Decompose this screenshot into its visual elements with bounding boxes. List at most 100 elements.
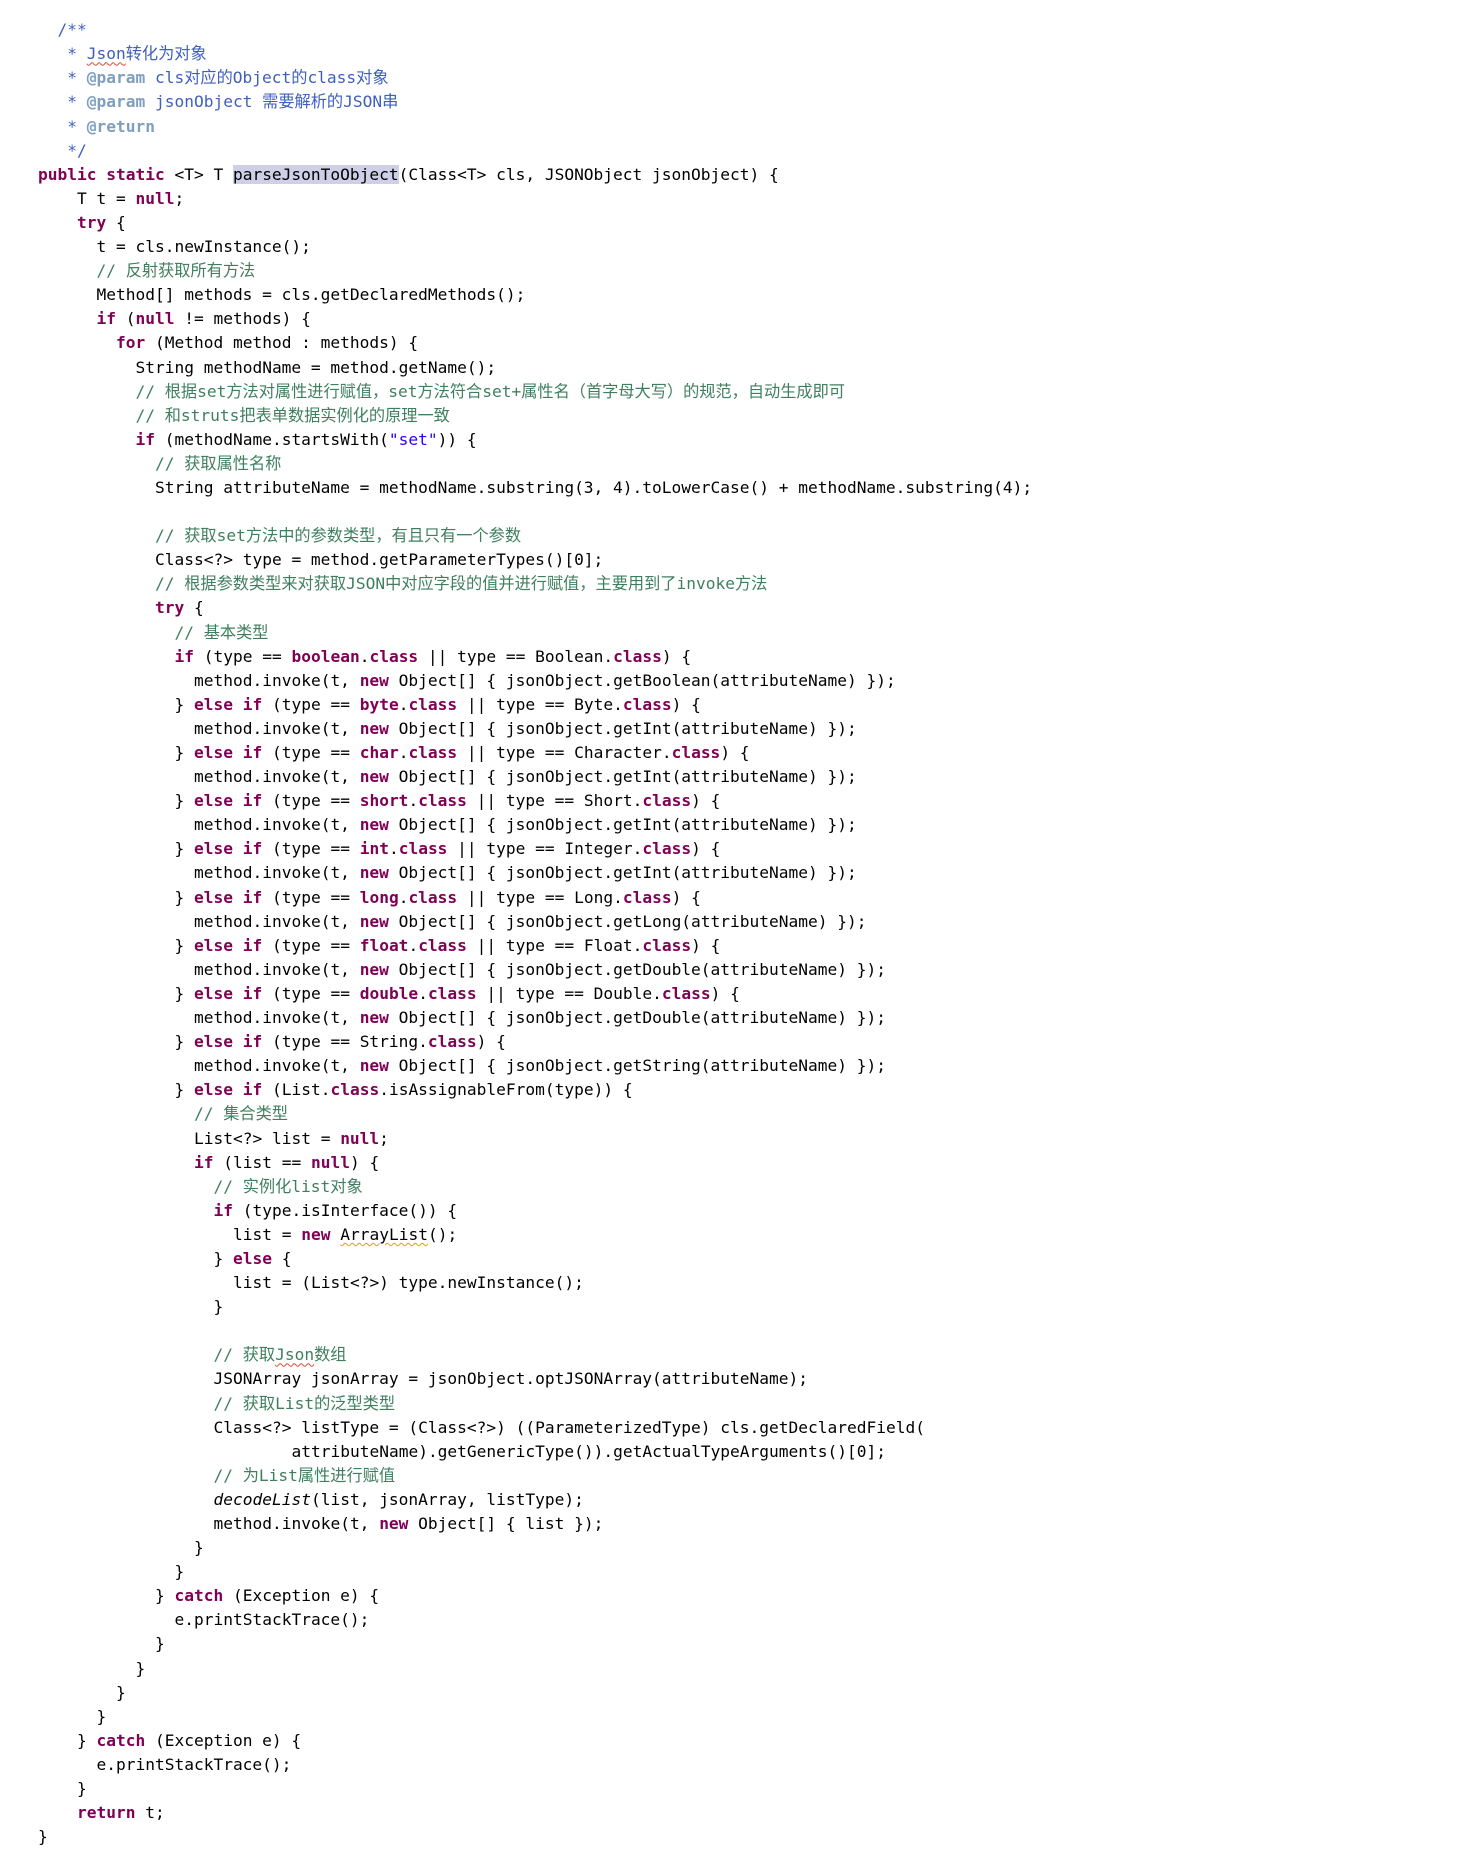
code-line[interactable]: /** [0, 18, 1468, 42]
code-token: ( [116, 309, 136, 329]
code-line[interactable]: } else if (type == short.class || type =… [0, 789, 1468, 813]
code-line[interactable]: e.printStackTrace(); [0, 1608, 1468, 1632]
code-line[interactable]: // 实例化list对象 [0, 1175, 1468, 1199]
code-line[interactable]: * @param jsonObject 需要解析的JSON串 [0, 90, 1468, 114]
code-line[interactable]: } else if (type == double.class || type … [0, 982, 1468, 1006]
code-token: . [388, 839, 399, 859]
code-line[interactable]: } catch (Exception e) { [0, 1729, 1468, 1753]
code-line[interactable]: if (null != methods) { [0, 307, 1468, 331]
occurrence-highlight: parseJsonToObject [232, 164, 399, 184]
keyword-token: null [135, 309, 175, 329]
comment-token: // 根据参数类型来对获取JSON中对应字段的值并进行赋值，主要用到了invok… [155, 574, 768, 594]
code-line[interactable]: JSONArray jsonArray = jsonObject.optJSON… [0, 1367, 1468, 1391]
code-line[interactable]: } else if (type == float.class || type =… [0, 934, 1468, 958]
code-line[interactable]: * @param cls对应的Object的class对象 [0, 66, 1468, 90]
code-line[interactable]: */ [0, 139, 1468, 163]
code-line[interactable]: Class<?> type = method.getParameterTypes… [0, 548, 1468, 572]
code-line[interactable]: method.invoke(t, new Object[] { jsonObje… [0, 813, 1468, 837]
code-line[interactable]: T t = null; [0, 187, 1468, 211]
code-line[interactable]: } [0, 1295, 1468, 1319]
keyword-token: else [233, 1248, 272, 1268]
code-line[interactable]: } [0, 1681, 1468, 1705]
code-line[interactable]: // 获取属性名称 [0, 452, 1468, 476]
code-line[interactable]: for (Method method : methods) { [0, 331, 1468, 355]
keyword-token: new [359, 767, 389, 787]
code-line[interactable]: // 根据set方法对属性进行赋值，set方法符合set+属性名（首字母大写）的… [0, 380, 1468, 404]
code-line[interactable]: } catch (Exception e) { [0, 1584, 1468, 1608]
code-line[interactable]: decodeList(list, jsonArray, listType); [0, 1488, 1468, 1512]
code-line[interactable]: // 反射获取所有方法 [0, 259, 1468, 283]
code-line[interactable]: return t; [0, 1801, 1468, 1825]
code-line[interactable]: } [0, 1536, 1468, 1560]
keyword-token: try [77, 212, 107, 232]
code-line[interactable]: method.invoke(t, new Object[] { jsonObje… [0, 1006, 1468, 1030]
code-line[interactable]: t = cls.newInstance(); [0, 235, 1468, 259]
code-line[interactable]: list = new ArrayList(); [0, 1223, 1468, 1247]
code-line[interactable]: method.invoke(t, new Object[] { jsonObje… [0, 717, 1468, 741]
code-line[interactable]: String methodName = method.getName(); [0, 356, 1468, 380]
code-line[interactable] [0, 500, 1468, 524]
code-line[interactable]: } else if (type == byte.class || type ==… [0, 693, 1468, 717]
code-line[interactable]: public static <T> T parseJsonToObject(Cl… [0, 163, 1468, 187]
keyword-token: class [661, 983, 711, 1003]
code-line[interactable]: Class<?> listType = (Class<?>) ((Paramet… [0, 1416, 1468, 1440]
code-line[interactable]: method.invoke(t, new Object[] { list }); [0, 1512, 1468, 1536]
code-line[interactable]: // 为List属性进行赋值 [0, 1464, 1468, 1488]
code-line[interactable]: List<?> list = null; [0, 1127, 1468, 1151]
code-line[interactable]: } [0, 1632, 1468, 1656]
code-line[interactable]: method.invoke(t, new Object[] { jsonObje… [0, 669, 1468, 693]
code-line[interactable]: } else { [0, 1247, 1468, 1271]
code-token: e.printStackTrace(); [96, 1754, 292, 1774]
code-line[interactable]: } [0, 1705, 1468, 1729]
code-line[interactable]: // 获取List的泛型类型 [0, 1392, 1468, 1416]
code-line[interactable]: attributeName).getGenericType()).getActu… [0, 1440, 1468, 1464]
keyword-token: class [418, 935, 467, 955]
code-line[interactable]: if (methodName.startsWith("set")) { [0, 428, 1468, 452]
code-line[interactable]: } else if (type == char.class || type ==… [0, 741, 1468, 765]
code-line[interactable]: String attributeName = methodName.substr… [0, 476, 1468, 500]
code-line[interactable]: // 根据参数类型来对获取JSON中对应字段的值并进行赋值，主要用到了invok… [0, 572, 1468, 596]
code-token: } [174, 1562, 185, 1582]
code-token: List<?> list = [194, 1128, 341, 1148]
code-line[interactable]: } [0, 1825, 1468, 1849]
code-editor-canvas[interactable]: /** * Json转化为对象 * @param cls对应的Object的cl… [0, 16, 1468, 1851]
code-line[interactable]: // 获取Json数组 [0, 1343, 1468, 1367]
code-line[interactable]: } [0, 1777, 1468, 1801]
code-line[interactable]: list = (List<?>) type.newInstance(); [0, 1271, 1468, 1295]
code-line[interactable]: // 集合类型 [0, 1102, 1468, 1126]
code-token: . [398, 887, 409, 907]
code-line[interactable]: } else if (type == String.class) { [0, 1030, 1468, 1054]
code-line[interactable]: try { [0, 211, 1468, 235]
source-code-block[interactable]: /** * Json转化为对象 * @param cls对应的Object的cl… [0, 16, 1468, 1849]
code-line[interactable]: // 和struts把表单数据实例化的原理一致 [0, 404, 1468, 428]
code-line[interactable]: } [0, 1560, 1468, 1584]
code-line[interactable]: method.invoke(t, new Object[] { jsonObje… [0, 910, 1468, 934]
code-line[interactable]: if (type.isInterface()) { [0, 1199, 1468, 1223]
code-line[interactable]: try { [0, 596, 1468, 620]
code-line[interactable]: } else if (List.class.isAssignableFrom(t… [0, 1078, 1468, 1102]
code-line[interactable]: * @return [0, 115, 1468, 139]
code-token: } [174, 935, 194, 955]
code-line[interactable]: // 基本类型 [0, 621, 1468, 645]
code-line[interactable]: } [0, 1657, 1468, 1681]
code-line[interactable]: e.printStackTrace(); [0, 1753, 1468, 1777]
code-line[interactable]: } else if (type == long.class || type ==… [0, 886, 1468, 910]
code-line[interactable] [0, 1319, 1468, 1343]
code-line[interactable]: Method[] methods = cls.getDeclaredMethod… [0, 283, 1468, 307]
code-line[interactable]: * Json转化为对象 [0, 42, 1468, 66]
javadoc-token: * [57, 92, 87, 112]
code-line[interactable]: method.invoke(t, new Object[] { jsonObje… [0, 765, 1468, 789]
code-line[interactable]: } else if (type == int.class || type == … [0, 837, 1468, 861]
keyword-token: new [359, 670, 389, 690]
code-line[interactable]: method.invoke(t, new Object[] { jsonObje… [0, 958, 1468, 982]
keyword-token: else [194, 1032, 233, 1052]
code-token: . [398, 694, 409, 714]
code-line[interactable]: // 获取set方法中的参数类型，有且只有一个参数 [0, 524, 1468, 548]
code-line[interactable]: if (type == boolean.class || type == Boo… [0, 645, 1468, 669]
code-token: } [96, 1706, 107, 1726]
code-line[interactable]: method.invoke(t, new Object[] { jsonObje… [0, 1054, 1468, 1078]
code-token: . [408, 791, 419, 811]
code-line[interactable]: method.invoke(t, new Object[] { jsonObje… [0, 861, 1468, 885]
code-line[interactable]: if (list == null) { [0, 1151, 1468, 1175]
keyword-token: int [359, 839, 389, 859]
